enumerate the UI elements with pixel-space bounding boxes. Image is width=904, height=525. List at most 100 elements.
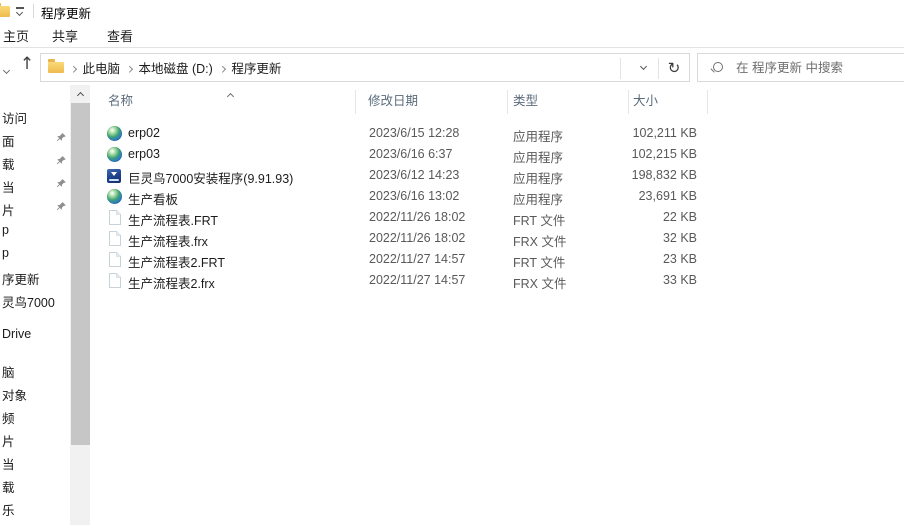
column-separator[interactable] — [628, 90, 629, 114]
file-size: 22 KB — [628, 210, 697, 224]
nav-item[interactable]: 当 — [0, 176, 70, 194]
window-title: 程序更新 — [41, 3, 91, 22]
nav-item[interactable]: 乐 — [0, 499, 70, 517]
titlebar: 程序更新 — [0, 0, 904, 22]
chevron-right-icon[interactable] — [220, 61, 225, 75]
nav-item-label: 对象 — [2, 385, 27, 404]
file-name: 生产流程表.FRT — [128, 210, 218, 229]
nav-item-label: 当 — [2, 177, 15, 196]
nav-item-label: 序更新 — [2, 269, 40, 288]
pin-icon — [56, 132, 67, 146]
column-header-type[interactable]: 类型 — [513, 90, 613, 114]
nav-item[interactable]: 访问 — [0, 107, 70, 125]
file-row[interactable]: erp022023/6/15 12:28应用程序102,211 KB — [90, 123, 710, 144]
file-row[interactable]: 生产流程表.FRT2022/11/26 18:02FRT 文件22 KB — [90, 207, 710, 228]
address-row: ↑ 此电脑本地磁盘 (D:) 程序更新 ↻ — [0, 48, 904, 85]
file-date: 2022/11/26 18:02 — [369, 210, 465, 224]
breadcrumb: 此电脑本地磁盘 (D:) 程序更新 — [64, 58, 281, 77]
document-icon — [109, 231, 121, 246]
file-type: FRX 文件 — [513, 273, 566, 292]
file-row[interactable]: 生产看板2023/6/16 13:02应用程序23,691 KB — [90, 186, 710, 207]
refresh-button[interactable]: ↻ — [658, 54, 690, 81]
qat-dropdown-button[interactable] — [14, 4, 27, 18]
column-header-name[interactable]: 名称 — [108, 90, 353, 114]
up-button[interactable]: ↑ — [17, 50, 37, 78]
ribbon-tab-view[interactable]: 查看 — [107, 26, 133, 45]
file-date: 2023/6/16 13:02 — [369, 189, 459, 203]
chevron-right-icon[interactable] — [71, 61, 76, 75]
nav-item[interactable]: 面 — [0, 130, 70, 148]
nav-item[interactable]: Drive — [0, 326, 70, 344]
nav-pane: 访问面载当片pp序更新灵鸟7000Drive脑对象频片当载乐 — [0, 85, 92, 525]
scroll-up-button[interactable] — [70, 85, 91, 103]
nav-item[interactable]: 频 — [0, 407, 70, 425]
file-date: 2023/6/12 14:23 — [369, 168, 459, 182]
breadcrumb-item[interactable]: 此电脑 — [83, 58, 121, 77]
nav-item-label: Drive — [2, 327, 31, 341]
file-type: FRX 文件 — [513, 231, 566, 250]
file-name: 巨灵鸟7000安装程序(9.91.93) — [128, 168, 293, 187]
breadcrumb-item[interactable]: 程序更新 — [231, 58, 281, 77]
file-row[interactable]: 巨灵鸟7000安装程序(9.91.93)2023/6/12 14:23应用程序1… — [90, 165, 710, 186]
file-name: erp03 — [128, 147, 160, 161]
file-row[interactable]: erp032023/6/16 6:37应用程序102,215 KB — [90, 144, 710, 165]
ribbon-tab-bar: 主页 共享 查看 — [0, 22, 904, 47]
search-box — [697, 53, 904, 82]
nav-item[interactable]: 片 — [0, 430, 70, 448]
file-row[interactable]: 生产流程表2.FRT2022/11/27 14:57FRT 文件23 KB — [90, 249, 710, 270]
ribbon-tab-home[interactable]: 主页 — [3, 26, 29, 45]
pin-icon — [56, 178, 67, 192]
recent-locations-chevron[interactable] — [4, 62, 9, 76]
nav-item-label: 载 — [2, 154, 15, 173]
column-header-size[interactable]: 大小 — [633, 90, 703, 114]
nav-item-label: 片 — [2, 431, 15, 450]
nav-item[interactable]: 载 — [0, 476, 70, 494]
column-header-date[interactable]: 修改日期 — [368, 90, 503, 114]
scrollbar-thumb[interactable] — [71, 103, 90, 445]
address-dropdown-chevron[interactable] — [629, 54, 658, 81]
breadcrumb-item[interactable]: 本地磁盘 (D:) — [139, 58, 213, 77]
nav-item[interactable]: 片 — [0, 199, 70, 217]
nav-item[interactable]: 载 — [0, 153, 70, 171]
file-list: 名称 修改日期 类型 大小 erp022023/6/15 12:28应用程序10… — [90, 85, 904, 525]
column-separator[interactable] — [707, 90, 708, 114]
file-type: 应用程序 — [513, 147, 563, 166]
column-separator[interactable] — [355, 90, 356, 114]
nav-item[interactable]: 脑 — [0, 361, 70, 379]
nav-item-label: 乐 — [2, 500, 15, 519]
nav-item[interactable]: 序更新 — [0, 268, 70, 286]
file-date: 2022/11/27 14:57 — [369, 273, 465, 287]
app-sphere-icon — [107, 126, 122, 141]
nav-scrollbar[interactable] — [70, 85, 91, 525]
document-icon — [109, 210, 121, 225]
chevron-down-icon — [16, 9, 23, 16]
nav-item-label: 面 — [2, 131, 15, 150]
nav-item[interactable]: 对象 — [0, 384, 70, 402]
nav-item[interactable]: 当 — [0, 453, 70, 471]
nav-item[interactable]: 灵鸟7000 — [0, 291, 70, 309]
address-bar[interactable]: 此电脑本地磁盘 (D:) 程序更新 ↻ — [40, 53, 690, 82]
column-separator[interactable] — [507, 90, 508, 114]
file-row[interactable]: 生产流程表2.frx2022/11/27 14:57FRX 文件33 KB — [90, 270, 710, 291]
nav-item-label: 访问 — [2, 108, 27, 127]
nav-item[interactable]: p — [0, 245, 70, 263]
file-date: 2023/6/15 12:28 — [369, 126, 459, 140]
titlebar-separator — [33, 4, 34, 18]
file-size: 23 KB — [628, 252, 697, 266]
chevron-right-icon[interactable] — [127, 61, 132, 75]
file-type: 应用程序 — [513, 168, 563, 187]
document-icon — [109, 273, 121, 288]
nav-item-label: p — [2, 223, 9, 237]
file-date: 2022/11/26 18:02 — [369, 231, 465, 245]
file-row[interactable]: 生产流程表.frx2022/11/26 18:02FRX 文件32 KB — [90, 228, 710, 249]
address-separator — [620, 58, 621, 79]
search-input[interactable] — [698, 54, 904, 81]
app-sphere-icon — [107, 147, 122, 162]
file-date: 2023/6/16 6:37 — [369, 147, 452, 161]
installer-icon — [107, 169, 121, 183]
file-date: 2022/11/27 14:57 — [369, 252, 465, 266]
ribbon-tab-share[interactable]: 共享 — [52, 26, 78, 45]
nav-item[interactable]: p — [0, 222, 70, 240]
nav-item-label: 片 — [2, 200, 15, 219]
nav-item-label: 脑 — [2, 362, 15, 381]
